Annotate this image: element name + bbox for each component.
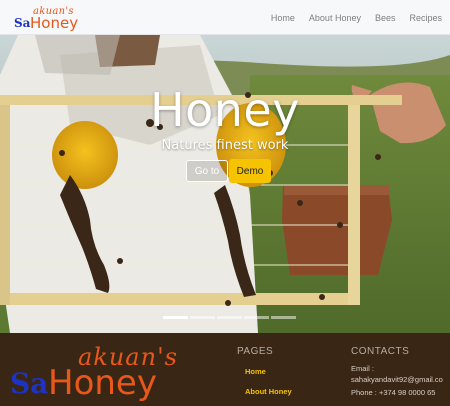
footer-email[interactable]: sahakyandavit92@gmail.co — [351, 375, 443, 384]
hero-subtitle: Natures finest work — [161, 138, 289, 153]
nav-bees[interactable]: Bees — [375, 13, 396, 23]
brand-logo-sa: Sa — [14, 16, 31, 30]
carousel-indicator[interactable] — [163, 316, 188, 319]
footer-logo-sa: Sa — [10, 367, 49, 400]
carousel-indicator[interactable] — [244, 316, 269, 319]
nav-recipes[interactable]: Recipes — [409, 13, 442, 23]
carousel-indicators — [163, 316, 298, 319]
footer: akuan's Sa Honey PAGES Home About Honey … — [0, 333, 450, 406]
footer-pages-heading: PAGES — [237, 346, 274, 357]
footer-contacts-heading: CONTACTS — [351, 346, 410, 357]
nav-home[interactable]: Home — [271, 13, 295, 23]
nav-about-honey[interactable]: About Honey — [309, 13, 361, 23]
brand-logo-honey: Honey — [30, 14, 79, 32]
carousel-indicator[interactable] — [217, 316, 242, 319]
demo-button[interactable]: Demo — [229, 159, 271, 183]
brand-logo[interactable]: akuan's Sa Honey — [14, 6, 79, 32]
hero-background-image — [0, 35, 450, 333]
carousel-indicator[interactable] — [190, 316, 215, 319]
footer-link-home[interactable]: Home — [245, 367, 266, 376]
footer-email-label: Email : — [351, 364, 374, 373]
footer-logo[interactable]: akuan's Sa Honey — [10, 343, 200, 403]
carousel-indicator[interactable] — [271, 316, 296, 319]
hero-carousel: Honey Natures finest work Go to Demo — [0, 35, 450, 333]
navbar: akuan's Sa Honey Home About Honey Bees R… — [0, 0, 450, 35]
footer-logo-honey: Honey — [48, 363, 157, 403]
footer-phone: Phone : +374 98 0000 65 — [351, 388, 436, 397]
go-to-button[interactable]: Go to — [186, 160, 228, 182]
hero-title: Honey — [150, 83, 300, 137]
nav-links: Home About Honey Bees Recipes — [257, 0, 442, 35]
footer-link-about-honey[interactable]: About Honey — [245, 387, 292, 396]
